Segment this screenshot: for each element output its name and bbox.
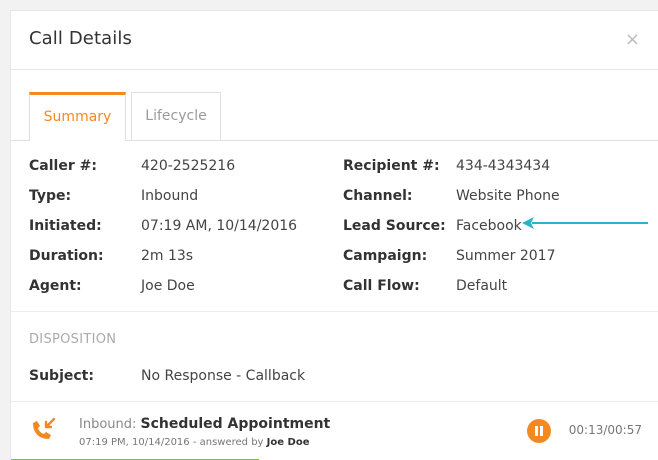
call-meta: 07:19 PM, 10/14/2016 - answered by Joe D…	[79, 437, 309, 448]
recipient-value: 434-4343434	[456, 158, 551, 174]
dialog-title: Call Details	[29, 28, 132, 49]
close-icon[interactable]: ×	[625, 29, 640, 50]
tab-lifecycle[interactable]: Lifecycle	[131, 92, 221, 140]
answered-prefix: - answered by	[192, 437, 264, 448]
campaign-label: Campaign:	[343, 248, 428, 264]
type-value: Inbound	[141, 188, 199, 204]
detail-row: Caller #: 420-2525216 Recipient #: 434-4…	[29, 158, 658, 178]
call-time: 07:19 PM, 10/14/2016	[79, 437, 190, 448]
campaign-value: Summer 2017	[456, 248, 556, 264]
call-direction: Inbound:	[79, 417, 137, 432]
recipient-label: Recipient #:	[343, 158, 440, 174]
call-event-name: Scheduled Appointment	[140, 416, 331, 432]
incoming-call-icon	[27, 415, 57, 445]
call-flow-label: Call Flow:	[343, 278, 420, 294]
disposition-heading: DISPOSITION	[29, 332, 117, 347]
detail-row: Type: Inbound Channel: Website Phone	[29, 188, 658, 208]
playback-time: 00:13/00:57	[568, 423, 642, 437]
section-divider	[11, 311, 658, 312]
dialog-header: Call Details ×	[11, 11, 658, 70]
pause-icon[interactable]	[527, 419, 551, 443]
call-flow-value: Default	[456, 278, 508, 294]
subject-label: Subject:	[29, 368, 94, 384]
annotation-arrow	[522, 217, 648, 229]
detail-row: Agent: Joe Doe Call Flow: Default	[29, 278, 658, 298]
caller-label: Caller #:	[29, 158, 97, 174]
agent-value: Joe Doe	[141, 278, 195, 294]
call-playback-bar: Inbound: Scheduled Appointment 07:19 PM,…	[11, 401, 658, 460]
caller-value: 420-2525216	[141, 158, 236, 174]
lead-source-value: Facebook	[456, 218, 522, 234]
duration-value: 2m 13s	[141, 248, 194, 264]
call-event: Inbound: Scheduled Appointment	[79, 416, 330, 432]
call-details-dialog: Call Details × Summary Lifecycle Caller …	[10, 10, 658, 460]
initiated-value: 07:19 AM, 10/14/2016	[141, 218, 298, 234]
initiated-label: Initiated:	[29, 218, 102, 234]
tab-summary[interactable]: Summary	[29, 92, 126, 141]
type-label: Type:	[29, 188, 72, 204]
subject-value: No Response - Callback	[141, 368, 306, 384]
answered-by: Joe Doe	[266, 437, 310, 448]
channel-label: Channel:	[343, 188, 413, 204]
agent-label: Agent:	[29, 278, 82, 294]
tab-bar: Summary Lifecycle	[11, 92, 658, 141]
duration-label: Duration:	[29, 248, 104, 264]
detail-row: Duration: 2m 13s Campaign: Summer 2017	[29, 248, 658, 268]
lead-source-label: Lead Source:	[343, 218, 446, 234]
channel-value: Website Phone	[456, 188, 560, 204]
